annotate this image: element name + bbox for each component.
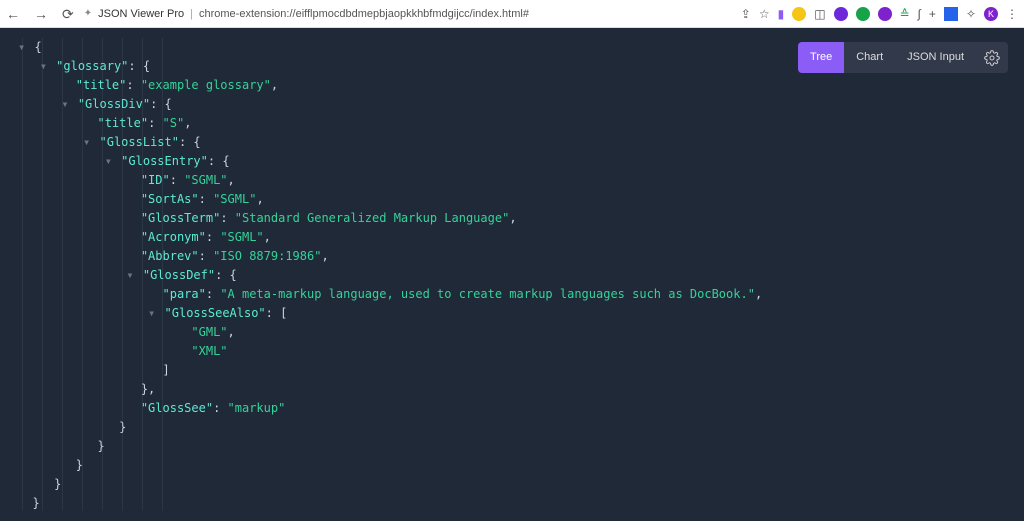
ext-integral-icon[interactable]: ∫ (918, 7, 921, 21)
ext-tree-icon[interactable]: ≙ (900, 7, 910, 21)
collapse-toggle[interactable]: ▾ (105, 154, 112, 168)
ext-icon-green-dot[interactable] (856, 7, 870, 21)
json-key[interactable]: "Acronym" (141, 230, 206, 244)
json-key[interactable]: "GlossDiv" (78, 97, 150, 111)
json-line: "GlossTerm": "Standard Generalized Marku… (18, 209, 1016, 228)
json-key[interactable]: "GlossEntry" (121, 154, 208, 168)
json-string: "SGML" (184, 173, 227, 187)
star-icon[interactable]: ☆ (759, 7, 770, 21)
json-string: "SGML" (213, 192, 256, 206)
json-line: "title": "S", (18, 114, 1016, 133)
json-tree: ▾ { ▾ "glossary": { "title": "example gl… (18, 38, 1016, 513)
json-line: } (18, 418, 1016, 437)
gear-icon (984, 50, 1000, 66)
json-line: "GlossSee": "markup" (18, 399, 1016, 418)
json-string: "ISO 8879:1986" (213, 249, 321, 263)
json-line: ▾ "GlossEntry": { (18, 152, 1016, 171)
ext-icon-blue-l[interactable] (944, 7, 958, 21)
json-line: "Abbrev": "ISO 8879:1986", (18, 247, 1016, 266)
json-key[interactable]: "GlossList" (100, 135, 179, 149)
json-key[interactable]: "SortAs" (141, 192, 199, 206)
json-key[interactable]: "ID" (141, 173, 170, 187)
json-line: } (18, 456, 1016, 475)
url-path: chrome-extension://eifflpmocdbdmepbjaopk… (199, 8, 529, 20)
json-line: "SortAs": "SGML", (18, 190, 1016, 209)
ext-icon-yellow-dot[interactable] (792, 7, 806, 21)
json-key[interactable]: "GlossDef" (143, 268, 215, 282)
json-string: "GML" (191, 325, 227, 339)
ext-purple-bar[interactable]: ▮ (778, 7, 785, 21)
json-key[interactable]: "para" (163, 287, 206, 301)
browser-toolbar: ← → ⟳ ✦ JSON Viewer Pro | chrome-extensi… (0, 0, 1024, 28)
json-key[interactable]: "GlossSeeAlso" (165, 306, 266, 320)
json-string: "XML" (191, 344, 227, 358)
nav-controls: ← → ⟳ (6, 7, 74, 21)
json-key[interactable]: "GlossSee" (141, 401, 213, 415)
json-line: } (18, 494, 1016, 513)
json-line: ▾ "GlossDef": { (18, 266, 1016, 285)
json-key[interactable]: "GlossTerm" (141, 211, 220, 225)
reload-icon[interactable]: ⟳ (62, 7, 74, 21)
json-line: ▾ "GlossSeeAlso": [ (18, 304, 1016, 323)
json-line: } (18, 437, 1016, 456)
json-viewer: Tree Chart JSON Input ▾ { ▾ "glossary": … (0, 28, 1024, 521)
json-line: "ID": "SGML", (18, 171, 1016, 190)
address-bar[interactable]: ✦ JSON Viewer Pro | chrome-extension://e… (84, 8, 731, 20)
json-string: "S" (163, 116, 185, 130)
json-string: "SGML" (220, 230, 263, 244)
puzzle-icon[interactable]: ✧ (966, 7, 976, 21)
collapse-toggle[interactable]: ▾ (126, 268, 133, 282)
extension-icon: ✦ (84, 8, 92, 19)
kebab-menu-icon[interactable]: ⋮ (1006, 7, 1018, 21)
json-string: "markup" (228, 401, 286, 415)
address-separator: | (190, 8, 193, 20)
json-line: }, (18, 380, 1016, 399)
ext-frame-icon[interactable]: ◫ (814, 7, 825, 21)
tab-chart[interactable]: Chart (844, 42, 895, 73)
profile-avatar[interactable]: K (984, 7, 998, 21)
json-string: "Standard Generalized Markup Language" (235, 211, 510, 225)
json-line: ▾ "GlossDiv": { (18, 95, 1016, 114)
page-title: JSON Viewer Pro (98, 8, 184, 20)
ext-icon-purple-hex[interactable] (834, 7, 848, 21)
collapse-toggle[interactable]: ▾ (40, 59, 47, 73)
json-line: ▾ "GlossList": { (18, 133, 1016, 152)
json-line: "Acronym": "SGML", (18, 228, 1016, 247)
json-string: "A meta-markup language, used to create … (220, 287, 755, 301)
collapse-toggle[interactable]: ▾ (148, 306, 155, 320)
ext-icon-violet-dot[interactable] (878, 7, 892, 21)
settings-button[interactable] (976, 42, 1008, 73)
json-line: ] (18, 361, 1016, 380)
json-key[interactable]: "Abbrev" (141, 249, 199, 263)
json-line: "GML", (18, 323, 1016, 342)
share-icon[interactable]: ⇪ (741, 7, 751, 21)
collapse-toggle[interactable]: ▾ (83, 135, 90, 149)
tab-tree[interactable]: Tree (798, 42, 844, 73)
back-icon[interactable]: ← (6, 7, 20, 21)
tab-json-input[interactable]: JSON Input (895, 42, 976, 73)
ext-plus-icon[interactable]: + (929, 7, 936, 21)
json-key[interactable]: "glossary" (56, 59, 128, 73)
forward-icon[interactable]: → (34, 7, 48, 21)
json-line: "para": "A meta-markup language, used to… (18, 285, 1016, 304)
extension-tray: ⇪ ☆ ▮ ◫ ≙ ∫ + ✧ K ⋮ (741, 7, 1018, 21)
json-line: } (18, 475, 1016, 494)
view-mode-tabs: Tree Chart JSON Input (798, 42, 1008, 73)
json-line: "title": "example glossary", (18, 76, 1016, 95)
json-line: "XML" (18, 342, 1016, 361)
json-string: "example glossary" (141, 78, 271, 92)
